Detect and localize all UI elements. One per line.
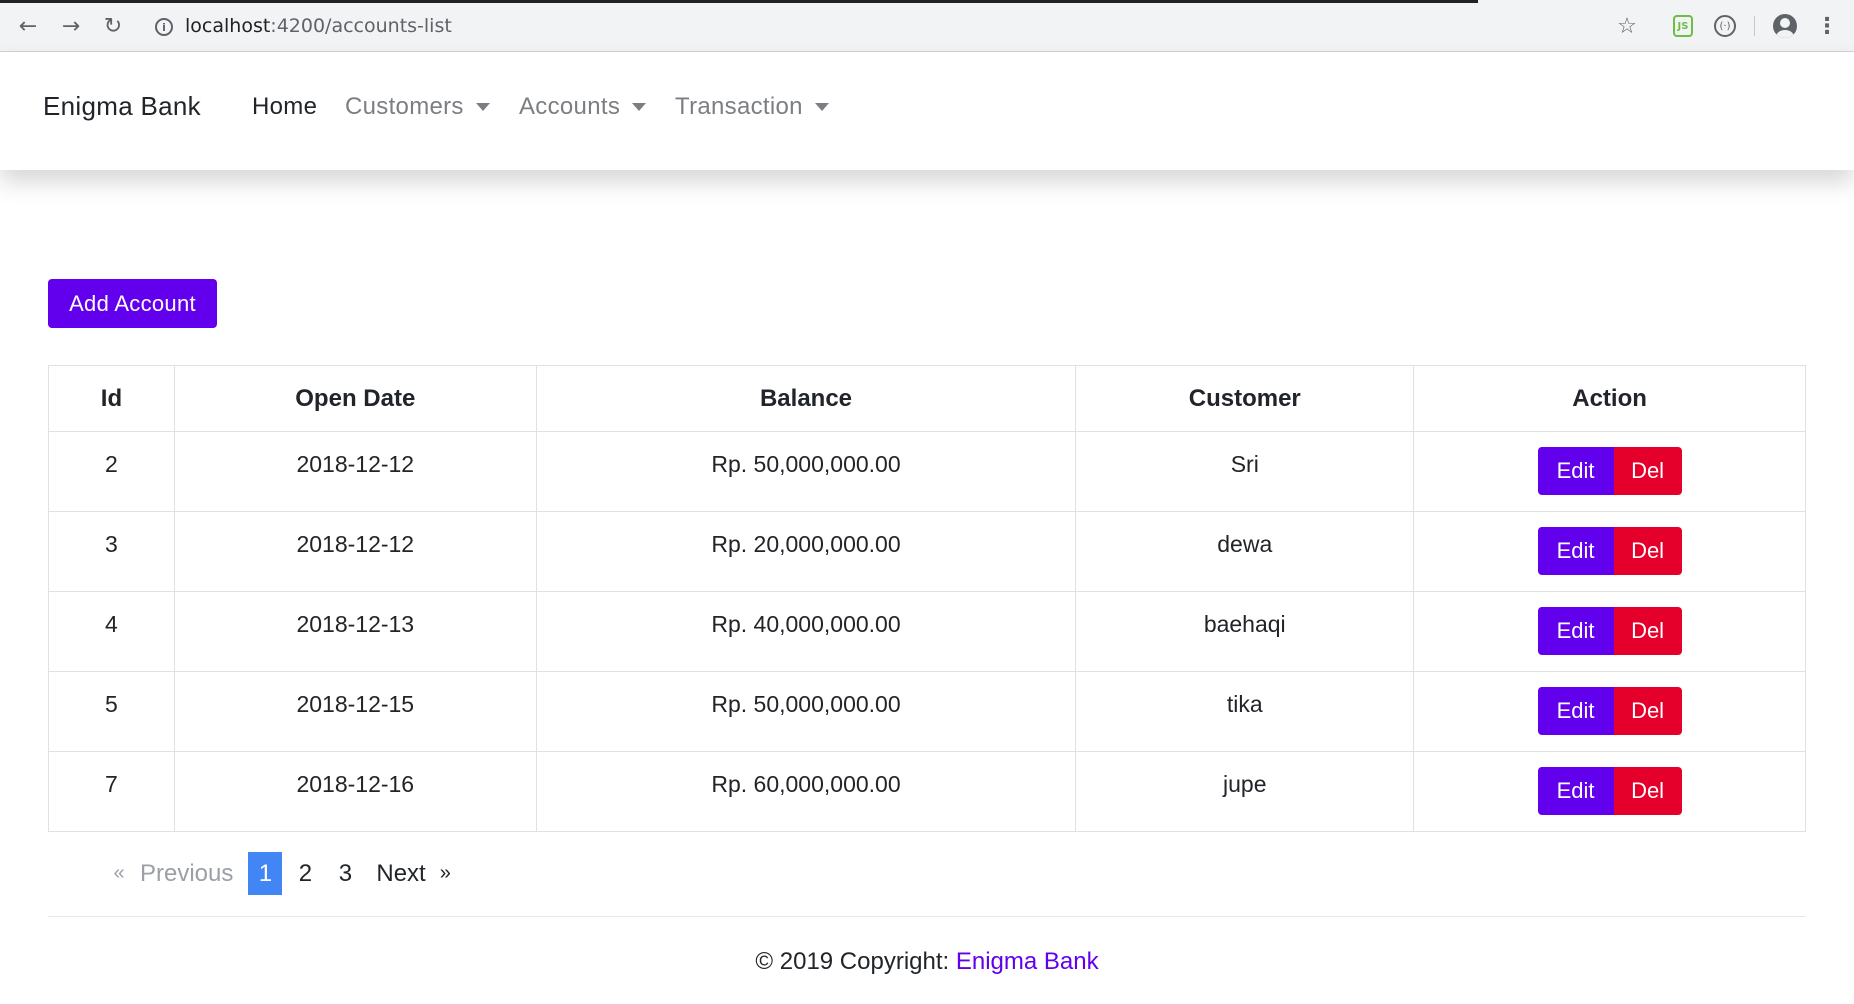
edit-button[interactable]: Edit [1537,527,1614,575]
column-header-open-date: Open Date [173,365,537,432]
cell-balance: Rp. 50,000,000.00 [535,431,1077,512]
row-action-group: Edit Del [1537,447,1682,495]
delete-button[interactable]: Del [1613,527,1682,575]
nav-customers-label: Customers [345,93,464,120]
caret-down-icon [814,103,829,111]
cell-customer: jupe [1075,751,1415,832]
table-row: 7 2018-12-16 Rp. 60,000,000.00 jupe Edit… [48,751,1806,832]
site-info-icon[interactable]: i [155,18,173,36]
previous-page-link: Previous [140,859,234,887]
cell-open-date: 2018-12-12 [173,431,537,512]
cell-open-date: 2018-12-15 [173,671,537,752]
edit-button[interactable]: Edit [1537,447,1614,495]
delete-button[interactable]: Del [1613,687,1682,735]
url-host: localhost [185,15,271,37]
cell-id: 4 [48,591,175,672]
column-header-id: Id [48,365,175,432]
copyright-text: © 2019 Copyright: [755,948,956,975]
cell-balance: Rp. 50,000,000.00 [535,671,1077,752]
edit-button[interactable]: Edit [1537,687,1614,735]
cell-id: 2 [48,431,175,512]
extension-ring-label: (·) [1714,15,1736,37]
cell-actions: Edit Del [1413,591,1806,672]
pagination: « Previous 1 2 3 Next » [110,852,451,895]
caret-down-icon [632,103,647,111]
nav-customers-dropdown[interactable]: Customers [345,93,490,121]
cell-id: 7 [48,751,175,832]
cell-actions: Edit Del [1413,431,1806,512]
cell-customer: baehaqi [1075,591,1415,672]
extension-ring-icon[interactable]: (·) [1712,13,1738,39]
cell-open-date: 2018-12-13 [173,591,537,672]
url-path: :4200/accounts-list [270,15,452,37]
cell-actions: Edit Del [1413,751,1806,832]
cell-actions: Edit Del [1413,671,1806,752]
cell-balance: Rp. 60,000,000.00 [535,751,1077,832]
back-arrow-icon[interactable]: ← [14,12,42,40]
column-header-balance: Balance [535,365,1077,432]
footer-brand-link[interactable]: Enigma Bank [956,948,1099,975]
forward-arrow-icon[interactable]: → [57,12,85,40]
table-row: 5 2018-12-15 Rp. 50,000,000.00 tika Edit… [48,671,1806,752]
cell-open-date: 2018-12-12 [173,511,537,592]
profile-avatar-icon[interactable] [1772,13,1798,39]
cell-open-date: 2018-12-16 [173,751,537,832]
last-page-icon[interactable]: » [440,852,451,895]
table-row: 4 2018-12-13 Rp. 40,000,000.00 baehaqi E… [48,591,1806,672]
table-row: 3 2018-12-12 Rp. 20,000,000.00 dewa Edit… [48,511,1806,592]
add-account-button[interactable]: Add Account [48,279,217,328]
bookmark-star-icon[interactable]: ☆ [1614,13,1640,39]
page-link-2[interactable]: 2 [288,852,322,895]
edit-button[interactable]: Edit [1537,607,1614,655]
main-content: Add Account Id Open Date Balance Custome… [0,170,1854,1004]
page-link-1[interactable]: 1 [248,852,283,895]
nav-accounts-dropdown[interactable]: Accounts [519,93,647,121]
nodejs-extension-icon[interactable]: JS [1670,13,1696,39]
footer: © 2019 Copyright: Enigma Bank [0,948,1854,976]
delete-button[interactable]: Del [1613,447,1682,495]
column-header-action: Action [1413,365,1806,432]
nodejs-extension-label: JS [1673,15,1693,37]
table-header-row: Id Open Date Balance Customer Action [48,365,1806,432]
cell-id: 5 [48,671,175,752]
caret-down-icon [475,103,490,111]
browser-toolbar: ← → ↻ i localhost:4200/accounts-list ☆ J… [0,0,1854,52]
nav-transaction-dropdown[interactable]: Transaction [675,93,829,121]
row-action-group: Edit Del [1537,767,1682,815]
cell-actions: Edit Del [1413,511,1806,592]
row-action-group: Edit Del [1537,527,1682,575]
footer-divider [48,916,1806,917]
cell-balance: Rp. 20,000,000.00 [535,511,1077,592]
reload-icon[interactable]: ↻ [99,12,127,40]
brand-logo-text[interactable]: Enigma Bank [43,91,201,122]
first-page-icon: « [113,862,125,884]
toolbar-separator [1754,16,1755,36]
nav-home-label: Home [252,93,318,120]
page-load-progress [0,0,1478,3]
nav-transaction-label: Transaction [675,93,803,120]
address-bar[interactable]: localhost:4200/accounts-list [185,15,452,37]
browser-menu-icon[interactable]: ⋮ [1814,13,1840,39]
app-navbar: Enigma Bank Home Customers Accounts Tran… [0,52,1854,170]
accounts-table: Id Open Date Balance Customer Action 2 2… [48,365,1806,832]
cell-balance: Rp. 40,000,000.00 [535,591,1077,672]
cell-id: 3 [48,511,175,592]
delete-button[interactable]: Del [1613,767,1682,815]
delete-button[interactable]: Del [1613,607,1682,655]
page-link-3[interactable]: 3 [328,852,362,895]
nav-accounts-label: Accounts [519,93,621,120]
column-header-customer: Customer [1075,365,1415,432]
cell-customer: dewa [1075,511,1415,592]
table-row: 2 2018-12-12 Rp. 50,000,000.00 Sri Edit … [48,431,1806,512]
next-page-link[interactable]: Next [376,852,425,895]
edit-button[interactable]: Edit [1537,767,1614,815]
nav-home[interactable]: Home [252,93,317,121]
row-action-group: Edit Del [1537,607,1682,655]
row-action-group: Edit Del [1537,687,1682,735]
cell-customer: tika [1075,671,1415,752]
cell-customer: Sri [1075,431,1415,512]
